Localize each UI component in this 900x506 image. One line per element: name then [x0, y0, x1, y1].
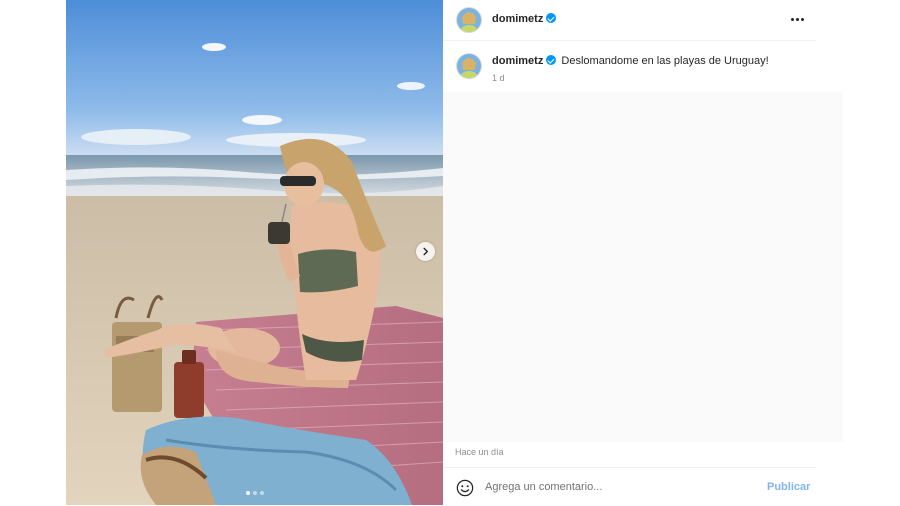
avatar[interactable]: [456, 53, 482, 79]
carousel-next-button[interactable]: [416, 242, 435, 261]
caption-username[interactable]: domimetz: [492, 55, 543, 67]
caption-text: Deslomandome en las playas de Uruguay!: [561, 55, 769, 67]
profile-picture: [457, 8, 481, 32]
profile-picture: [457, 54, 481, 78]
carousel-dot: [259, 491, 264, 495]
comment-composer: Publicar: [443, 467, 816, 506]
comments-list: [443, 92, 843, 442]
caption-timestamp[interactable]: 1 d: [492, 73, 505, 83]
ellipsis-icon: [790, 17, 794, 21]
emoji-icon[interactable]: [456, 479, 474, 497]
verified-badge-icon: [546, 55, 557, 65]
ellipsis-icon: [800, 17, 804, 21]
author-username[interactable]: domimetz: [492, 13, 557, 25]
publish-button[interactable]: Publicar: [767, 481, 810, 493]
chevron-right-icon: [423, 247, 428, 256]
post-header: domimetz: [443, 0, 816, 41]
caption-line: domimetz Deslomandome en las playas de U…: [492, 55, 769, 67]
author-username-text[interactable]: domimetz: [492, 13, 543, 25]
beach-photo: [66, 0, 443, 505]
carousel-dot: [245, 491, 250, 495]
post-timestamp[interactable]: Hace un día: [455, 447, 504, 457]
ellipsis-icon: [795, 17, 799, 21]
more-options-button[interactable]: [789, 11, 805, 27]
post-side-panel: domimetz domimetz Deslomandome en las pl…: [443, 0, 900, 505]
carousel-indicator: [66, 491, 443, 495]
comment-input[interactable]: [485, 477, 755, 497]
verified-badge-icon: [546, 13, 557, 23]
carousel-dot: [252, 491, 257, 495]
avatar[interactable]: [456, 7, 482, 33]
post-media[interactable]: [66, 0, 443, 505]
